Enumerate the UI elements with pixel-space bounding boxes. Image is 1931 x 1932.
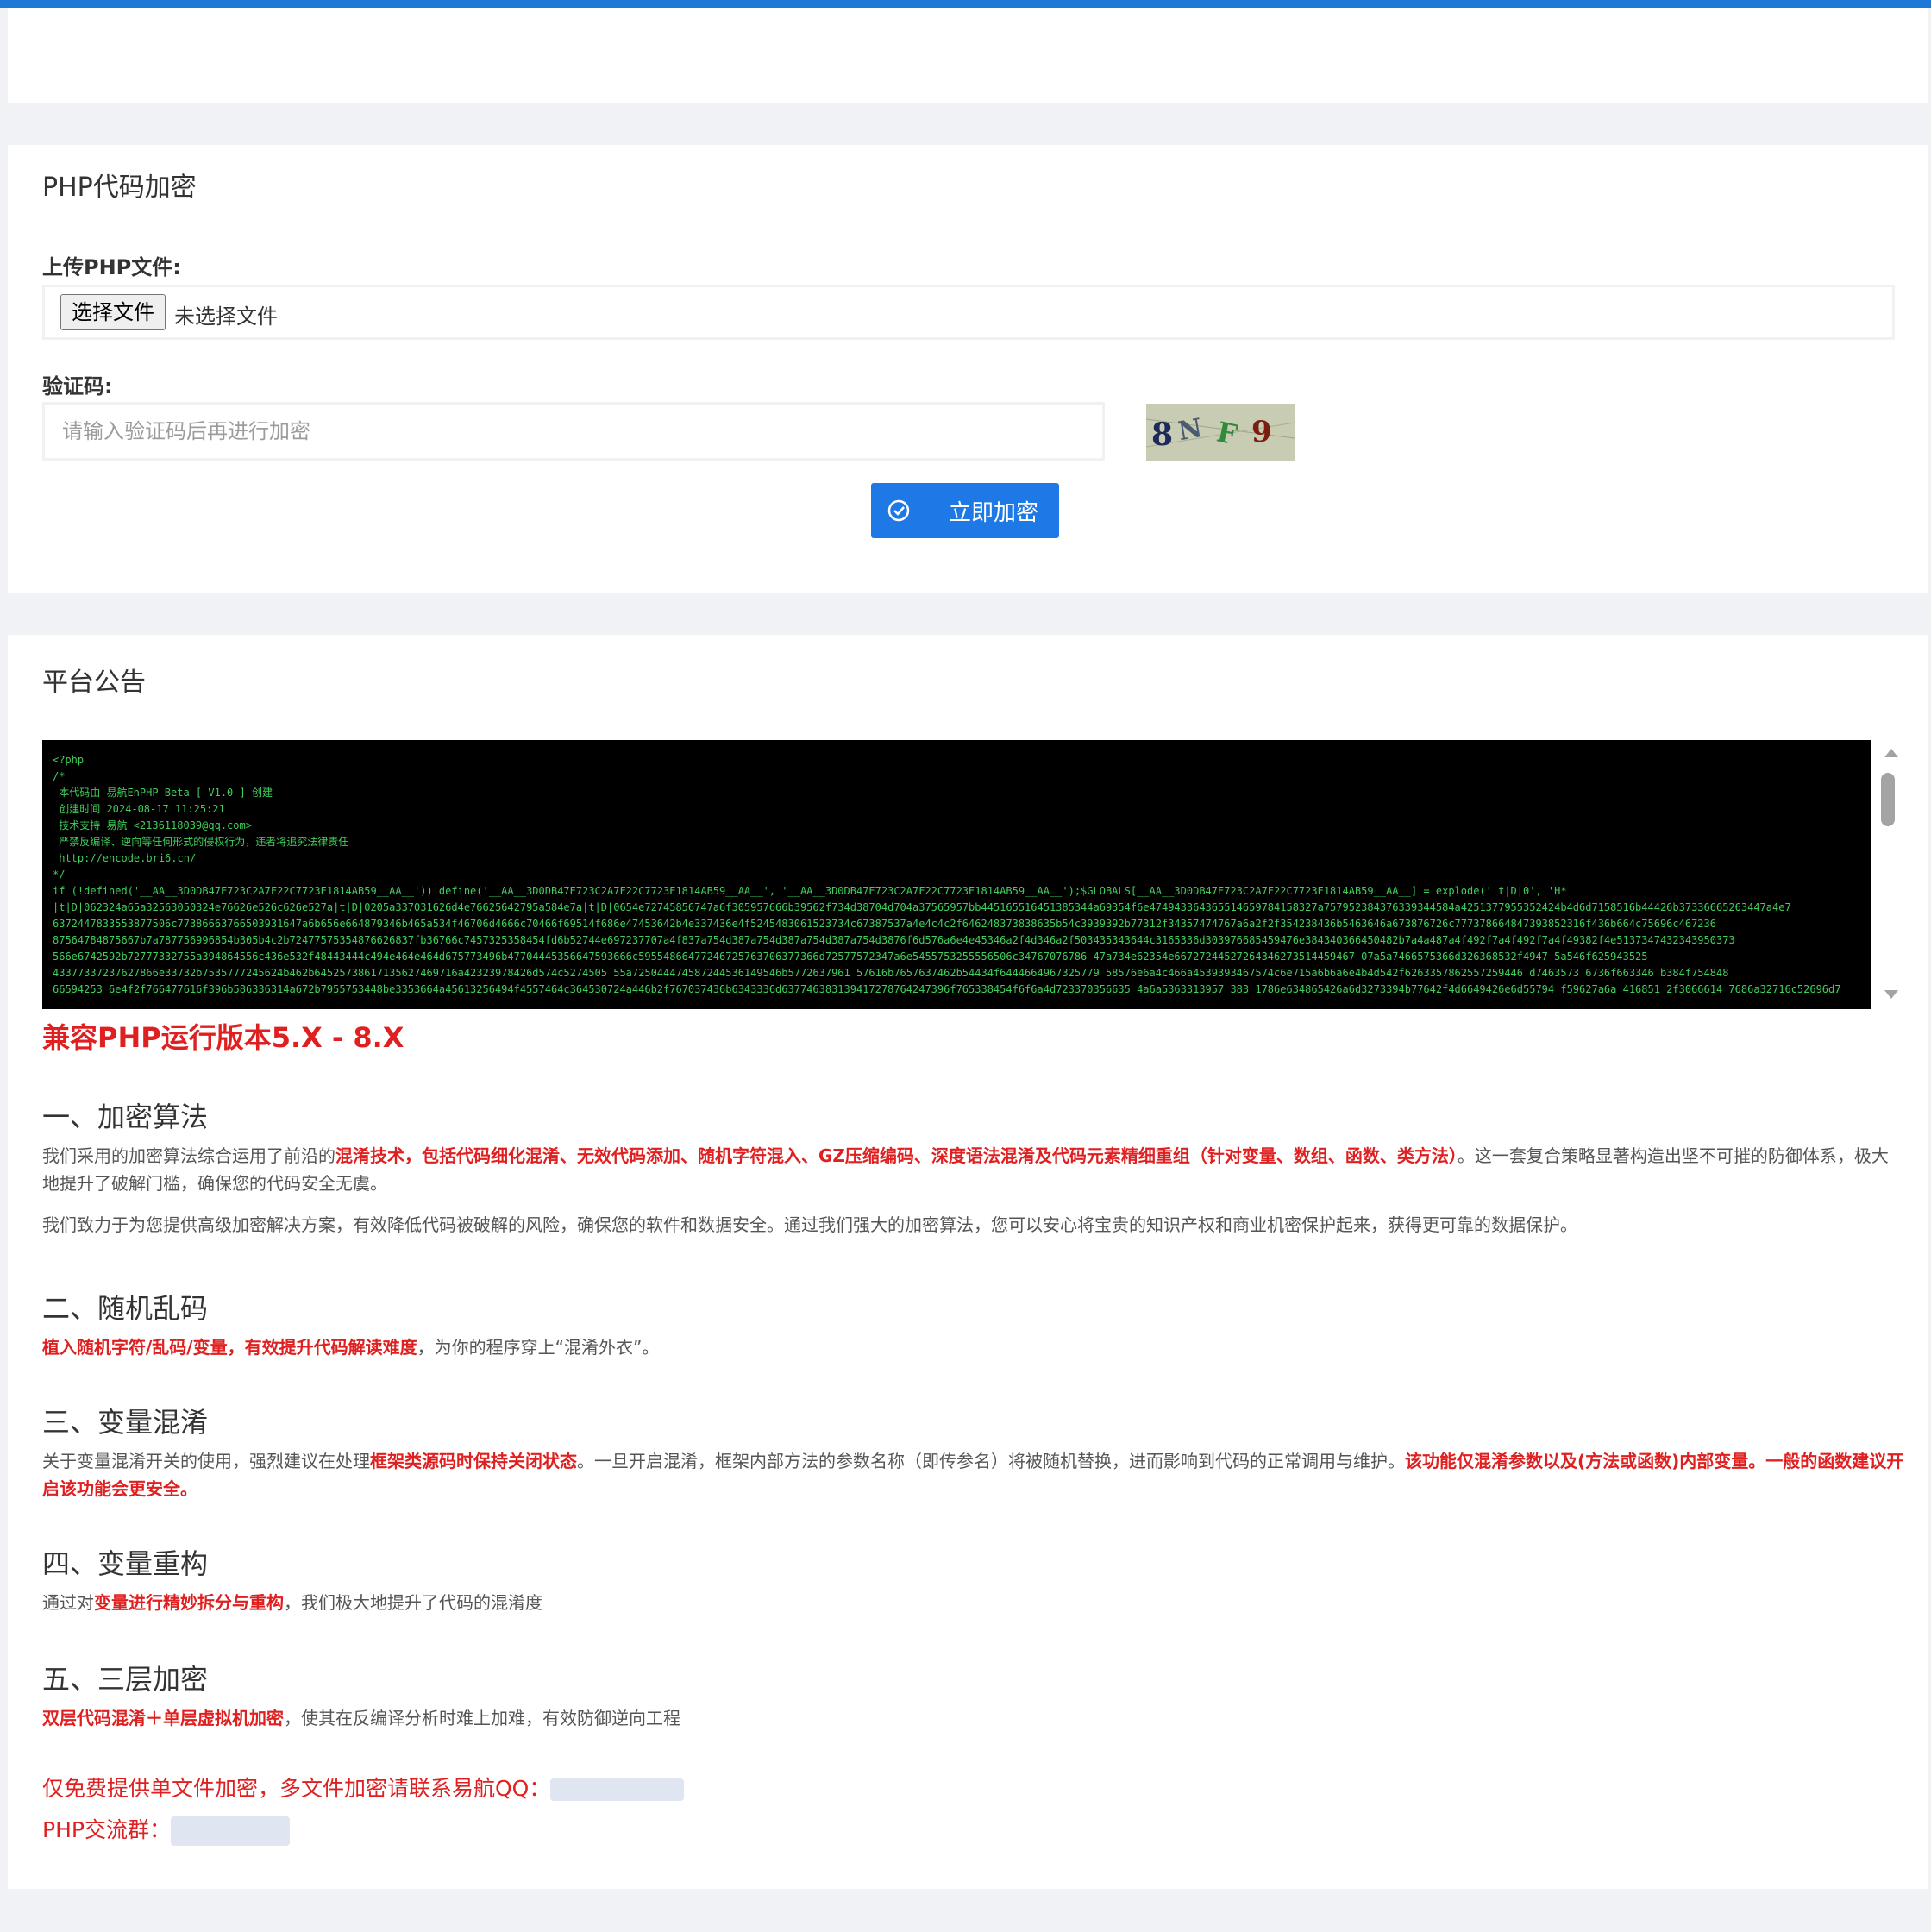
- form-title: PHP代码加密: [42, 172, 197, 203]
- section2-title: 二、随机乱码: [42, 1292, 209, 1325]
- scroll-up-arrow[interactable]: [1884, 749, 1898, 757]
- compat-versions: 兼容PHP运行版本5.X - 8.X: [42, 1021, 404, 1054]
- code-sample-box: <?php /* 本代码由 易航EnPHP Beta [ V1.0 ] 创建 创…: [42, 740, 1912, 1009]
- section4-paragraph: 通过对变量进行精妙拆分与重构，我们极大地提升了代码的混淆度: [42, 1592, 542, 1613]
- section3-paragraph: 关于变量混淆开关的使用，强烈建议在处理框架类源码时保持关闭状态。一旦开启混淆，框…: [42, 1451, 1904, 1499]
- section1-paragraph-2: 我们致力于为您提供高级加密解决方案，有效降低代码被破解的风险，确保您的软件和数据…: [42, 1214, 1577, 1235]
- notice-card: 平台公告 <?php /* 本代码由 易航EnPHP Beta [ V1.0 ]…: [8, 635, 1928, 1889]
- qq-number-redacted: [550, 1778, 685, 1801]
- section4-title: 四、变量重构: [42, 1547, 209, 1580]
- top-accent-bar: [0, 0, 1931, 8]
- section3-title: 三、变量混淆: [42, 1406, 209, 1439]
- captcha-image[interactable]: 8 N F 9: [1146, 404, 1295, 461]
- encrypt-form-card: PHP代码加密 上传PHP文件: 选择文件 未选择文件 验证码: 8 N F 9…: [8, 145, 1928, 593]
- php-group: PHP交流群：: [42, 1813, 290, 1846]
- encrypt-now-label: 立即加密: [949, 500, 1039, 526]
- encrypt-now-button[interactable]: 立即加密: [871, 483, 1059, 538]
- check-circle-icon: [887, 499, 910, 522]
- captcha-input[interactable]: [42, 402, 1105, 461]
- section1-paragraph: 我们采用的加密算法综合运用了前沿的混淆技术，包括代码细化混淆、无效代码添加、随机…: [42, 1145, 1889, 1194]
- scroll-thumb[interactable]: [1881, 773, 1895, 826]
- file-status-text: 未选择文件: [174, 304, 278, 329]
- code-sample-text: <?php /* 本代码由 易航EnPHP Beta [ V1.0 ] 创建 创…: [53, 754, 1841, 995]
- group-number-redacted: [170, 1816, 290, 1846]
- qq-contact: 仅免费提供单文件加密，多文件加密请联系易航QQ：: [42, 1772, 685, 1803]
- upload-label: 上传PHP文件:: [42, 255, 181, 279]
- code-scrollbar[interactable]: [1871, 740, 1912, 1009]
- top-panel: [8, 8, 1928, 104]
- choose-file-button[interactable]: 选择文件: [60, 294, 166, 330]
- section2-paragraph: 植入随机字符/乱码/变量，有效提升代码解读难度，为你的程序穿上“混淆外衣”。: [42, 1337, 660, 1358]
- notice-title: 平台公告: [42, 668, 146, 698]
- section5-title: 五、三层加密: [42, 1663, 209, 1696]
- svg-text:9: 9: [1251, 415, 1272, 449]
- captcha-graphic: 8 N F 9: [1146, 404, 1295, 461]
- captcha-label: 验证码:: [42, 374, 113, 398]
- file-upload-field[interactable]: 选择文件 未选择文件: [42, 285, 1895, 340]
- svg-text:8: 8: [1151, 417, 1173, 453]
- section1-title: 一、加密算法: [42, 1101, 209, 1133]
- section5-paragraph: 双层代码混淆＋单层虚拟机加密，使其在反编译分析时难上加难，有效防御逆向工程: [42, 1708, 680, 1728]
- scroll-down-arrow[interactable]: [1884, 990, 1898, 999]
